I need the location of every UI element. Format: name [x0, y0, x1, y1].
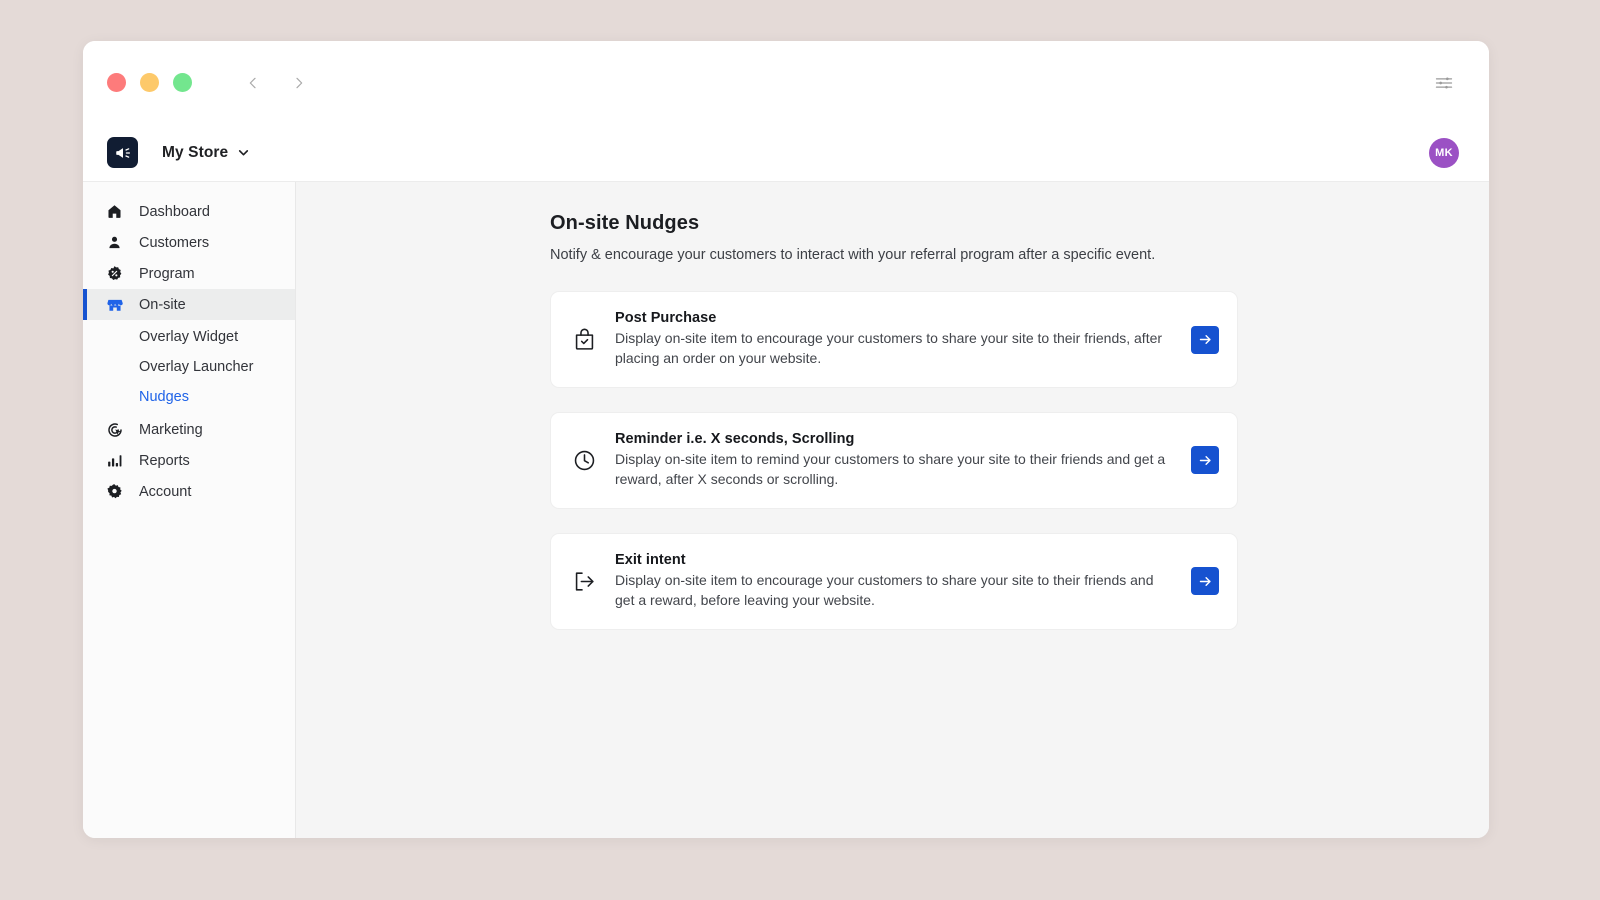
nudge-card-description: Display on-site item to encourage your c…	[615, 329, 1175, 369]
sidebar-subitem-overlay-widget[interactable]: Overlay Widget	[83, 322, 295, 352]
navigation-arrows	[240, 70, 312, 96]
main-content: On-site Nudges Notify & encourage your c…	[296, 182, 1489, 838]
sidebar-item-label: Reports	[139, 453, 190, 469]
exit-arrow-icon	[571, 568, 597, 594]
nudge-card-action-button[interactable]	[1191, 567, 1219, 595]
page-subtitle: Notify & encourage your customers to int…	[550, 245, 1238, 265]
avatar-initials: MK	[1435, 147, 1453, 159]
forward-button[interactable]	[286, 70, 312, 96]
sidebar-subitem-label: Overlay Widget	[139, 329, 238, 345]
brand-bar: My Store MK	[83, 124, 1489, 182]
sidebar-item-on-site[interactable]: On-site	[83, 289, 295, 320]
sidebar-item-reports[interactable]: Reports	[83, 445, 295, 476]
store-icon	[105, 295, 124, 314]
avatar[interactable]: MK	[1429, 138, 1459, 168]
settings-button[interactable]	[1429, 68, 1459, 98]
target-cursor-icon	[105, 420, 124, 439]
app-logo[interactable]	[107, 137, 138, 168]
bar-chart-icon	[105, 451, 124, 470]
nudge-card-list: Post Purchase Display on-site item to en…	[550, 291, 1238, 629]
nudge-card-text: Post Purchase Display on-site item to en…	[615, 310, 1175, 369]
megaphone-icon	[114, 144, 132, 162]
nudge-card-title: Post Purchase	[615, 310, 1175, 326]
titlebar	[83, 41, 1489, 124]
back-button[interactable]	[240, 70, 266, 96]
nudge-card-title: Exit intent	[615, 552, 1175, 568]
arrow-right-icon	[1198, 453, 1213, 468]
nudge-card-reminder[interactable]: Reminder i.e. X seconds, Scrolling Displ…	[550, 412, 1238, 509]
sidebar: Dashboard Customers Program	[83, 182, 296, 838]
app-body: Dashboard Customers Program	[83, 182, 1489, 838]
window-controls	[107, 73, 192, 92]
app-window: My Store MK Dashboard Customers	[83, 41, 1489, 838]
maximize-window-button[interactable]	[173, 73, 192, 92]
clock-icon	[571, 447, 597, 473]
discount-badge-icon	[105, 264, 124, 283]
minimize-window-button[interactable]	[140, 73, 159, 92]
nudge-card-action-button[interactable]	[1191, 326, 1219, 354]
sidebar-item-label: On-site	[139, 297, 186, 313]
nudge-card-text: Exit intent Display on-site item to enco…	[615, 552, 1175, 611]
user-icon	[105, 233, 124, 252]
nudge-card-action-button[interactable]	[1191, 446, 1219, 474]
close-window-button[interactable]	[107, 73, 126, 92]
home-icon	[105, 202, 124, 221]
nudge-card-title: Reminder i.e. X seconds, Scrolling	[615, 431, 1175, 447]
gear-icon	[105, 482, 124, 501]
arrow-right-icon	[1198, 332, 1213, 347]
chevron-left-icon	[245, 75, 261, 91]
sidebar-subitem-label: Nudges	[139, 389, 189, 405]
page-title: On-site Nudges	[550, 212, 1238, 235]
sidebar-item-customers[interactable]: Customers	[83, 227, 295, 258]
sidebar-item-dashboard[interactable]: Dashboard	[83, 196, 295, 227]
nudge-card-description: Display on-site item to encourage your c…	[615, 571, 1175, 611]
sidebar-subitem-label: Overlay Launcher	[139, 359, 253, 375]
sidebar-item-label: Account	[139, 484, 191, 500]
sidebar-item-account[interactable]: Account	[83, 476, 295, 507]
store-name: My Store	[162, 144, 228, 162]
content-inner: On-site Nudges Notify & encourage your c…	[550, 212, 1238, 630]
shopping-bag-check-icon	[571, 327, 597, 353]
sidebar-item-label: Program	[139, 266, 195, 282]
sidebar-item-label: Marketing	[139, 422, 203, 438]
sidebar-subitems: Overlay Widget Overlay Launcher Nudges	[83, 322, 295, 412]
sidebar-item-program[interactable]: Program	[83, 258, 295, 289]
nudge-card-description: Display on-site item to remind your cust…	[615, 450, 1175, 490]
chevron-down-icon	[237, 146, 250, 159]
arrow-right-icon	[1198, 574, 1213, 589]
chevron-right-icon	[291, 75, 307, 91]
sliders-icon	[1434, 73, 1454, 93]
sidebar-item-label: Customers	[139, 235, 209, 251]
nudge-card-post-purchase[interactable]: Post Purchase Display on-site item to en…	[550, 291, 1238, 388]
sidebar-subitem-nudges[interactable]: Nudges	[83, 382, 295, 412]
sidebar-item-label: Dashboard	[139, 204, 210, 220]
sidebar-subitem-overlay-launcher[interactable]: Overlay Launcher	[83, 352, 295, 382]
nudge-card-text: Reminder i.e. X seconds, Scrolling Displ…	[615, 431, 1175, 490]
store-switcher[interactable]: My Store	[162, 144, 250, 162]
nudge-card-exit-intent[interactable]: Exit intent Display on-site item to enco…	[550, 533, 1238, 630]
sidebar-item-marketing[interactable]: Marketing	[83, 414, 295, 445]
